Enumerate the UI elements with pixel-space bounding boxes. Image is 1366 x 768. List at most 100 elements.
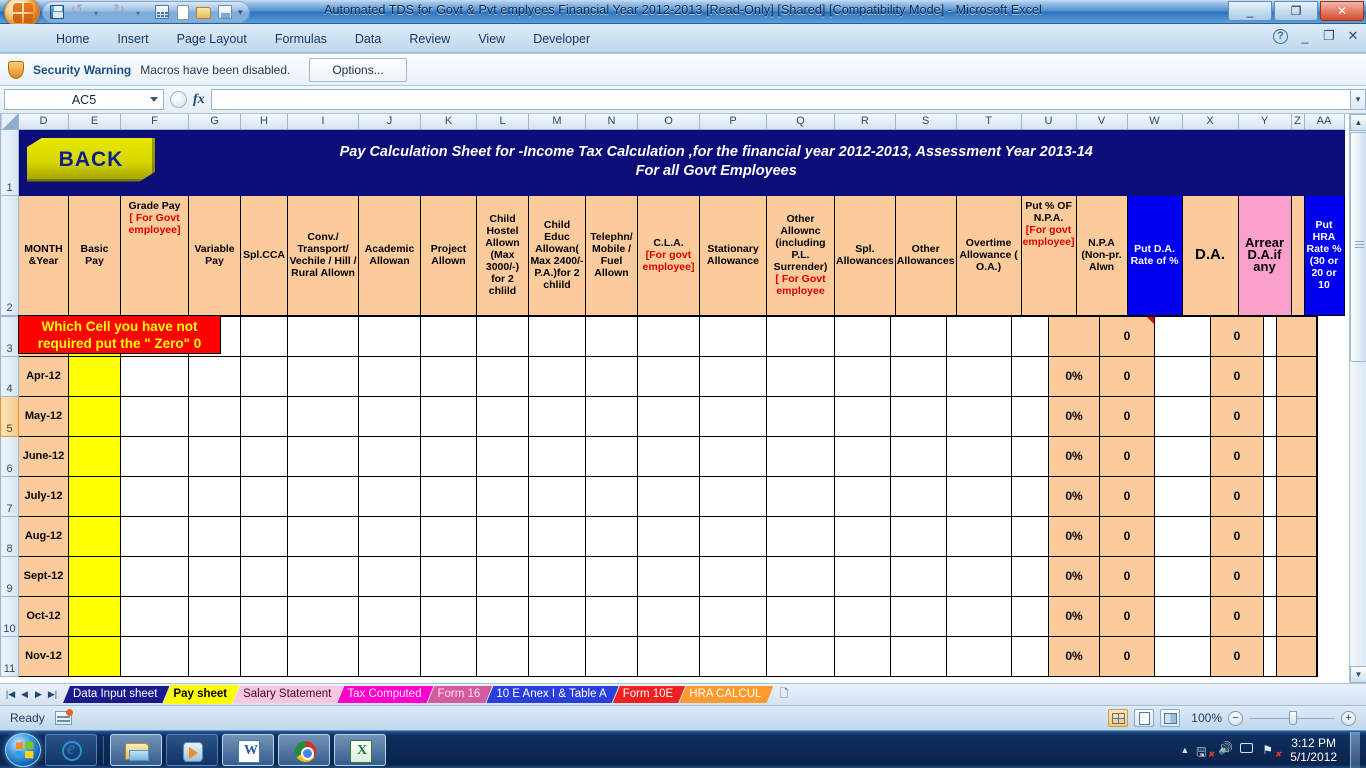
document-close-button[interactable]: ✕ bbox=[1346, 28, 1360, 44]
header-cell-grade-pay[interactable]: Grade Pay [ For Govt employee] bbox=[120, 194, 189, 316]
cell-blank-9-3[interactable] bbox=[287, 555, 359, 597]
cell-blank-6-3[interactable] bbox=[287, 435, 359, 477]
cell-hra-rate-6[interactable] bbox=[1316, 435, 1318, 477]
cell-blank-5-8[interactable] bbox=[585, 395, 638, 437]
tab-formulas[interactable]: Formulas bbox=[261, 28, 341, 50]
column-header-L[interactable]: L bbox=[476, 114, 529, 130]
cell-blank-9-2[interactable] bbox=[240, 555, 288, 597]
cell-blank-5-14[interactable] bbox=[946, 395, 1012, 437]
cell-blank-8-1[interactable] bbox=[188, 515, 241, 557]
cell-da-rate-4[interactable] bbox=[1154, 355, 1211, 397]
cell-npa-percent-4[interactable]: 0% bbox=[1048, 355, 1100, 397]
column-header-S[interactable]: S bbox=[894, 114, 957, 130]
page-break-view-button[interactable] bbox=[1160, 709, 1180, 727]
cell-npa-3[interactable]: 0 bbox=[1099, 315, 1155, 357]
header-cell-other-allownc[interactable]: Other Allownc (including P.L. Surrender)… bbox=[766, 194, 835, 316]
tab-data[interactable]: Data bbox=[341, 28, 395, 50]
cell-blank-9-9[interactable] bbox=[637, 555, 700, 597]
cell-hra-rate-9[interactable] bbox=[1316, 555, 1318, 597]
cell-da-11[interactable]: 0 bbox=[1210, 635, 1264, 677]
zoom-slider[interactable] bbox=[1249, 710, 1335, 725]
cell-blank-7-0[interactable] bbox=[120, 475, 189, 517]
cell-blank-8-14[interactable] bbox=[946, 515, 1012, 557]
column-header-E[interactable]: E bbox=[68, 114, 121, 130]
cell-blank-7-11[interactable] bbox=[766, 475, 835, 517]
cell-arrear-da-4[interactable] bbox=[1263, 355, 1277, 397]
cell-blank-6-8[interactable] bbox=[585, 435, 638, 477]
cell-blank-10-7[interactable] bbox=[528, 595, 586, 637]
restore-button[interactable]: ❐ bbox=[1274, 1, 1318, 21]
cell-blank-8-10[interactable] bbox=[699, 515, 767, 557]
formula-input[interactable] bbox=[210, 89, 1350, 110]
cell-npa-8[interactable]: 0 bbox=[1099, 515, 1155, 557]
cell-blank-6-11[interactable] bbox=[766, 435, 835, 477]
cell-blank-4-15[interactable] bbox=[1011, 355, 1049, 397]
cell-blank-3-12[interactable] bbox=[834, 315, 891, 357]
name-box[interactable]: AC5 bbox=[4, 89, 164, 110]
cell-blank-5-7[interactable] bbox=[528, 395, 586, 437]
cell-blank-7-14[interactable] bbox=[946, 475, 1012, 517]
cell-arrear-da-6[interactable] bbox=[1263, 435, 1277, 477]
action-center-icon[interactable]: ⚑ bbox=[1262, 743, 1281, 759]
tab-review[interactable]: Review bbox=[395, 28, 464, 50]
cell-blank-6-9[interactable] bbox=[637, 435, 700, 477]
cell-basic-pay-10[interactable] bbox=[68, 595, 121, 637]
cell-blank-8-0[interactable] bbox=[120, 515, 189, 557]
cell-blank-7-1[interactable] bbox=[188, 475, 241, 517]
cell-basic-pay-9[interactable] bbox=[68, 555, 121, 597]
column-header-D[interactable]: D bbox=[18, 114, 69, 130]
header-cell-other-allowances[interactable]: Other Allowances bbox=[894, 194, 957, 316]
cell-blank-3-4[interactable] bbox=[358, 315, 421, 357]
cell-blank-3-6[interactable] bbox=[476, 315, 529, 357]
tab-developer[interactable]: Developer bbox=[519, 28, 604, 50]
tab-home[interactable]: Home bbox=[42, 28, 103, 50]
column-header-P[interactable]: P bbox=[699, 114, 767, 130]
taskbar-clock[interactable]: 3:12 PM 5/1/2012 bbox=[1284, 736, 1343, 764]
cell-blank-10-15[interactable] bbox=[1011, 595, 1049, 637]
document-minimize-button[interactable]: _ bbox=[1298, 29, 1312, 44]
cell-blank-5-15[interactable] bbox=[1011, 395, 1049, 437]
cell-blank-10-6[interactable] bbox=[476, 595, 529, 637]
cell-blank-10-0[interactable] bbox=[120, 595, 189, 637]
cell-blank-11-13[interactable] bbox=[890, 635, 947, 677]
column-header-W[interactable]: W bbox=[1126, 114, 1183, 130]
cell-blank-7-13[interactable] bbox=[890, 475, 947, 517]
column-header-X[interactable]: X bbox=[1181, 114, 1239, 130]
cell-blank-4-7[interactable] bbox=[528, 355, 586, 397]
row-header-9[interactable]: 9 bbox=[0, 555, 19, 597]
header-cell-npa[interactable]: N.P.A (Non-pr. Alwn bbox=[1075, 194, 1128, 316]
macro-record-icon[interactable] bbox=[54, 709, 73, 725]
cell-blank-5-12[interactable] bbox=[834, 395, 891, 437]
cell-da-3[interactable]: 0 bbox=[1210, 315, 1264, 357]
cell-basic-pay-11[interactable] bbox=[68, 635, 121, 677]
cell-da-8[interactable]: 0 bbox=[1210, 515, 1264, 557]
cell-arrear-da-9[interactable] bbox=[1263, 555, 1277, 597]
cell-blank-5-10[interactable] bbox=[699, 395, 767, 437]
cell-npa-percent-10[interactable]: 0% bbox=[1048, 595, 1100, 637]
row-header-2[interactable]: 2 bbox=[0, 194, 19, 316]
sheet-tab-form-10e[interactable]: Form 10E bbox=[613, 686, 686, 703]
cell-blank-3-7[interactable] bbox=[528, 315, 586, 357]
cell-blank-4-5[interactable] bbox=[420, 355, 477, 397]
column-header-T[interactable]: T bbox=[955, 114, 1022, 130]
cell-npa-percent-11[interactable]: 0% bbox=[1048, 635, 1100, 677]
cell-da-4[interactable]: 0 bbox=[1210, 355, 1264, 397]
cell-month-11[interactable]: Nov-12 bbox=[18, 635, 69, 677]
cell-blank-6-5[interactable] bbox=[420, 435, 477, 477]
cell-blank-11-10[interactable] bbox=[699, 635, 767, 677]
cell-month-9[interactable]: Sept-12 bbox=[18, 555, 69, 597]
cell-blank-4-10[interactable] bbox=[699, 355, 767, 397]
cell-blank-6-13[interactable] bbox=[890, 435, 947, 477]
column-header-I[interactable]: I bbox=[287, 114, 359, 130]
cell-da-5[interactable]: 0 bbox=[1210, 395, 1264, 437]
cell-z-5[interactable] bbox=[1276, 395, 1317, 437]
cell-blank-11-5[interactable] bbox=[420, 635, 477, 677]
cell-arrear-da-3[interactable] bbox=[1263, 315, 1277, 357]
cell-blank-8-13[interactable] bbox=[890, 515, 947, 557]
cell-blank-10-1[interactable] bbox=[188, 595, 241, 637]
cell-blank-4-12[interactable] bbox=[834, 355, 891, 397]
cell-blank-5-11[interactable] bbox=[766, 395, 835, 437]
cell-blank-7-12[interactable] bbox=[834, 475, 891, 517]
cell-basic-pay-8[interactable] bbox=[68, 515, 121, 557]
taskbar-internet-explorer[interactable] bbox=[45, 733, 97, 766]
